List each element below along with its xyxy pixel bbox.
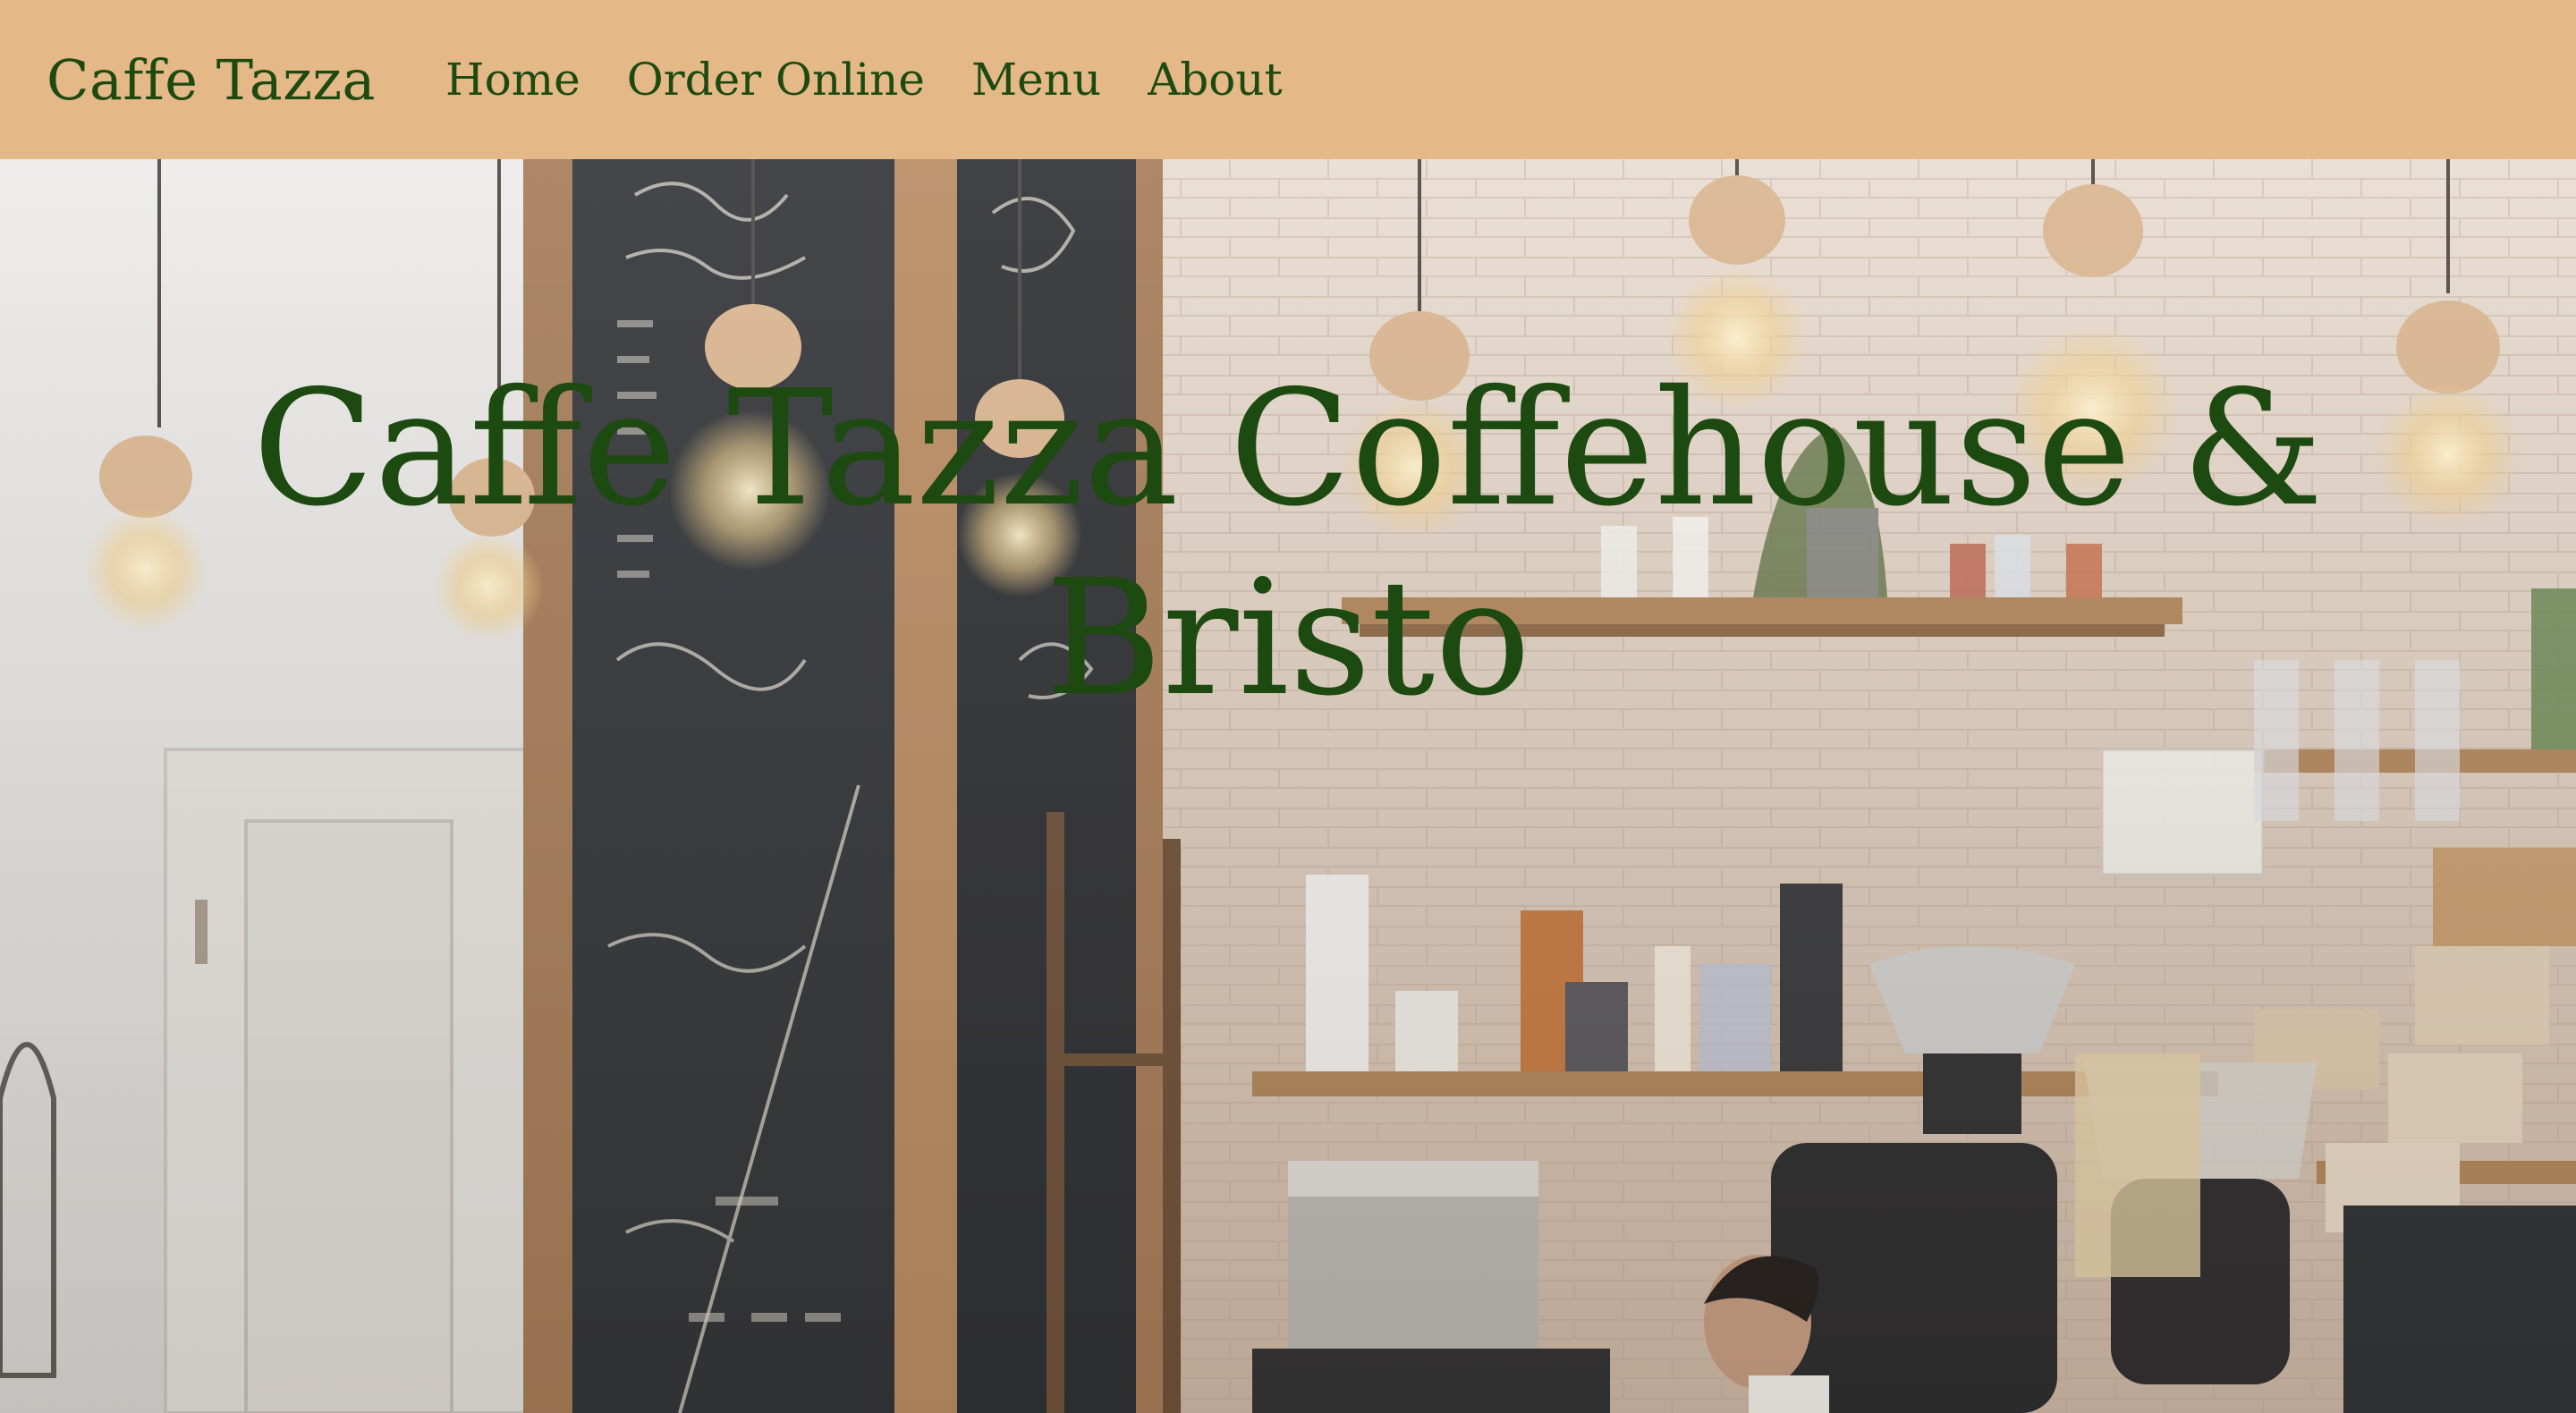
hero-title: Caffe Tazza Coffehouse & Bristo [0, 354, 2576, 733]
brand-link[interactable]: Caffe Tazza [47, 47, 376, 113]
nav-link-menu[interactable]: Menu [971, 54, 1101, 106]
top-navbar: Caffe Tazza Home Order Online Menu About [0, 0, 2576, 159]
hero-section: Caffe Tazza Coffehouse & Bristo [0, 159, 2576, 1413]
nav-link-order-online[interactable]: Order Online [627, 54, 925, 106]
hero-title-line-1: Caffe Tazza Coffehouse & [252, 356, 2324, 541]
nav-link-about[interactable]: About [1148, 54, 1283, 106]
hero-title-line-2: Bristo [1045, 546, 1531, 731]
nav-link-home[interactable]: Home [445, 54, 580, 106]
hero-overlay [0, 159, 2576, 1413]
